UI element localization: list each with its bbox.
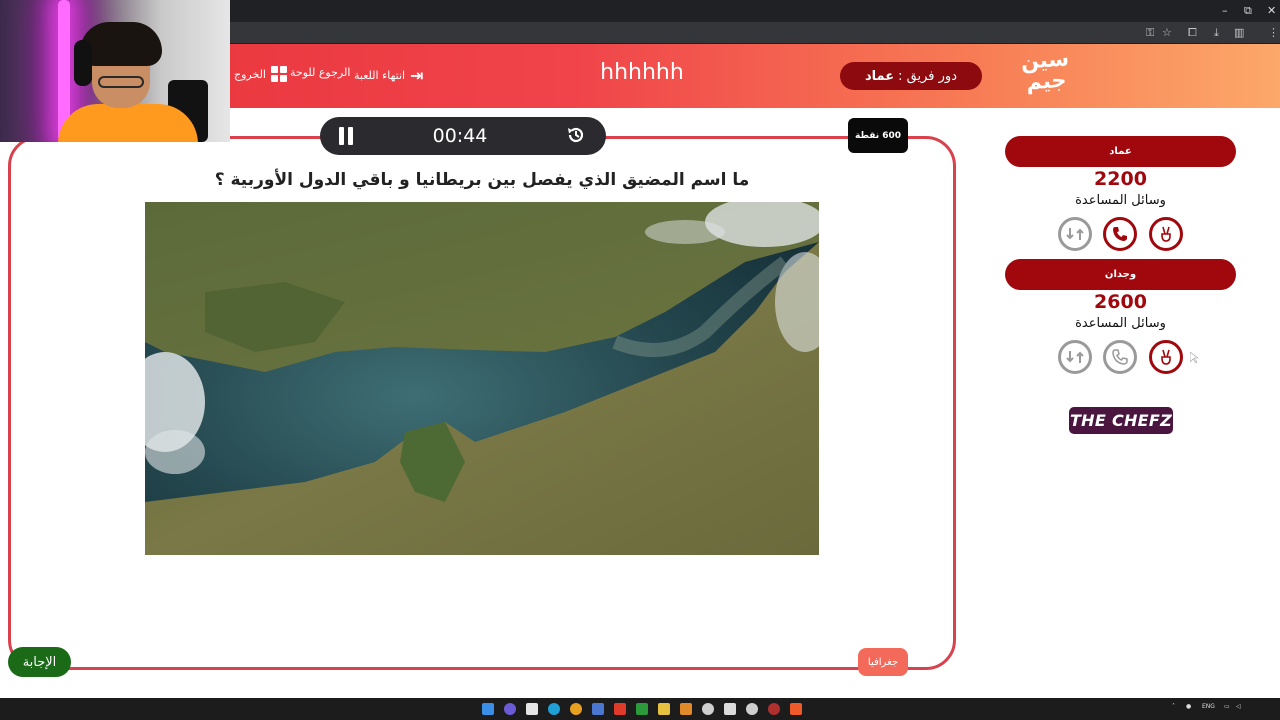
team-score: 2200 [1094, 168, 1147, 190]
sidebar-icon[interactable]: ▥ [1234, 26, 1244, 39]
mouse-cursor-icon [1190, 352, 1198, 363]
points-badge: 600 نقطة [848, 118, 908, 153]
category-tag: جغرافيا [858, 648, 908, 676]
pause-icon[interactable] [338, 127, 354, 145]
app-icon[interactable] [592, 703, 604, 715]
microphone-icon[interactable]: ● [1186, 703, 1191, 710]
sponsor-logo: THE CHEFZ [1069, 407, 1173, 434]
brave-icon[interactable] [790, 703, 802, 715]
aids-label: وسائل المساعدة [1075, 316, 1166, 331]
phone-icon[interactable] [1103, 217, 1137, 251]
network-icon[interactable]: ▭ [1224, 703, 1230, 710]
app-gray-icon[interactable] [724, 703, 736, 715]
swap-icon[interactable] [1058, 340, 1092, 374]
aids-label: وسائل المساعدة [1075, 193, 1166, 208]
seen-jeem-logo: سين جيم [1020, 46, 1070, 95]
phone-icon[interactable] [1103, 340, 1137, 374]
restore-icon[interactable]: ⧉ [1244, 4, 1252, 18]
app-circle-icon[interactable] [768, 703, 780, 715]
start-icon[interactable] [482, 703, 494, 715]
reset-timer-icon[interactable] [566, 125, 586, 145]
steam-icon[interactable] [746, 703, 758, 715]
file-explorer-icon[interactable] [658, 703, 670, 715]
menu-icon[interactable]: ⋮ [1268, 26, 1279, 39]
question-text: ما اسم المضيق الذي يفصل بين بريطانيا و ب… [214, 170, 750, 190]
back-to-board-button[interactable]: الرجوع للوحة [290, 66, 350, 79]
answer-button[interactable]: الإجابة [8, 647, 71, 677]
game-title: hhhhhh [600, 60, 684, 85]
star-icon[interactable]: ☆ [1162, 26, 1172, 39]
key-icon[interactable]: ⚿ [1146, 26, 1154, 40]
edge-icon[interactable] [548, 703, 560, 715]
end-game-label: انتهاء اللعبة [354, 69, 406, 82]
team-name-pill: وجدان [1005, 259, 1236, 290]
tray-chevron-icon[interactable]: ˄ [1172, 703, 1175, 710]
extensions-icon[interactable]: ⧠ [1188, 26, 1197, 40]
turn-prefix: دور فريق : [898, 68, 957, 84]
swap-icon[interactable] [1058, 217, 1092, 251]
peace-hand-icon[interactable] [1149, 217, 1183, 251]
question-image [145, 202, 819, 555]
turn-indicator: دور فريق : عماد [840, 62, 982, 90]
app-orange-icon[interactable] [680, 703, 692, 715]
timer-bar: 00:44 [320, 117, 606, 155]
close-window-icon[interactable]: ✕ [1267, 4, 1276, 17]
exit-button[interactable]: الخروج [234, 66, 287, 82]
exit-arrow-icon: ⇥ [410, 66, 424, 85]
volume-icon[interactable]: ◁ [1236, 703, 1241, 710]
minimize-icon[interactable]: – [1222, 4, 1228, 17]
team-score: 2600 [1094, 291, 1147, 313]
exit-label: الخروج [234, 67, 266, 81]
xbox-icon[interactable] [636, 703, 648, 715]
steam-icon[interactable] [702, 703, 714, 715]
grid-icon [271, 66, 287, 82]
end-game-button[interactable]: ⇥ انتهاء اللعبة [354, 66, 424, 85]
timer-display: 00:44 [432, 125, 488, 147]
language-indicator[interactable]: ENG [1202, 703, 1215, 710]
app-red-icon[interactable] [614, 703, 626, 715]
team-name-pill: عماد [1005, 136, 1236, 167]
calendar-icon[interactable] [526, 703, 538, 715]
webcam-overlay [0, 0, 230, 142]
turn-team-name: عماد [865, 68, 895, 84]
discord-icon[interactable] [504, 703, 516, 715]
chrome-icon[interactable] [570, 703, 582, 715]
peace-hand-icon[interactable] [1149, 340, 1183, 374]
back-to-board-label: الرجوع للوحة [290, 66, 351, 79]
download-icon[interactable]: ⤓ [1214, 26, 1219, 40]
